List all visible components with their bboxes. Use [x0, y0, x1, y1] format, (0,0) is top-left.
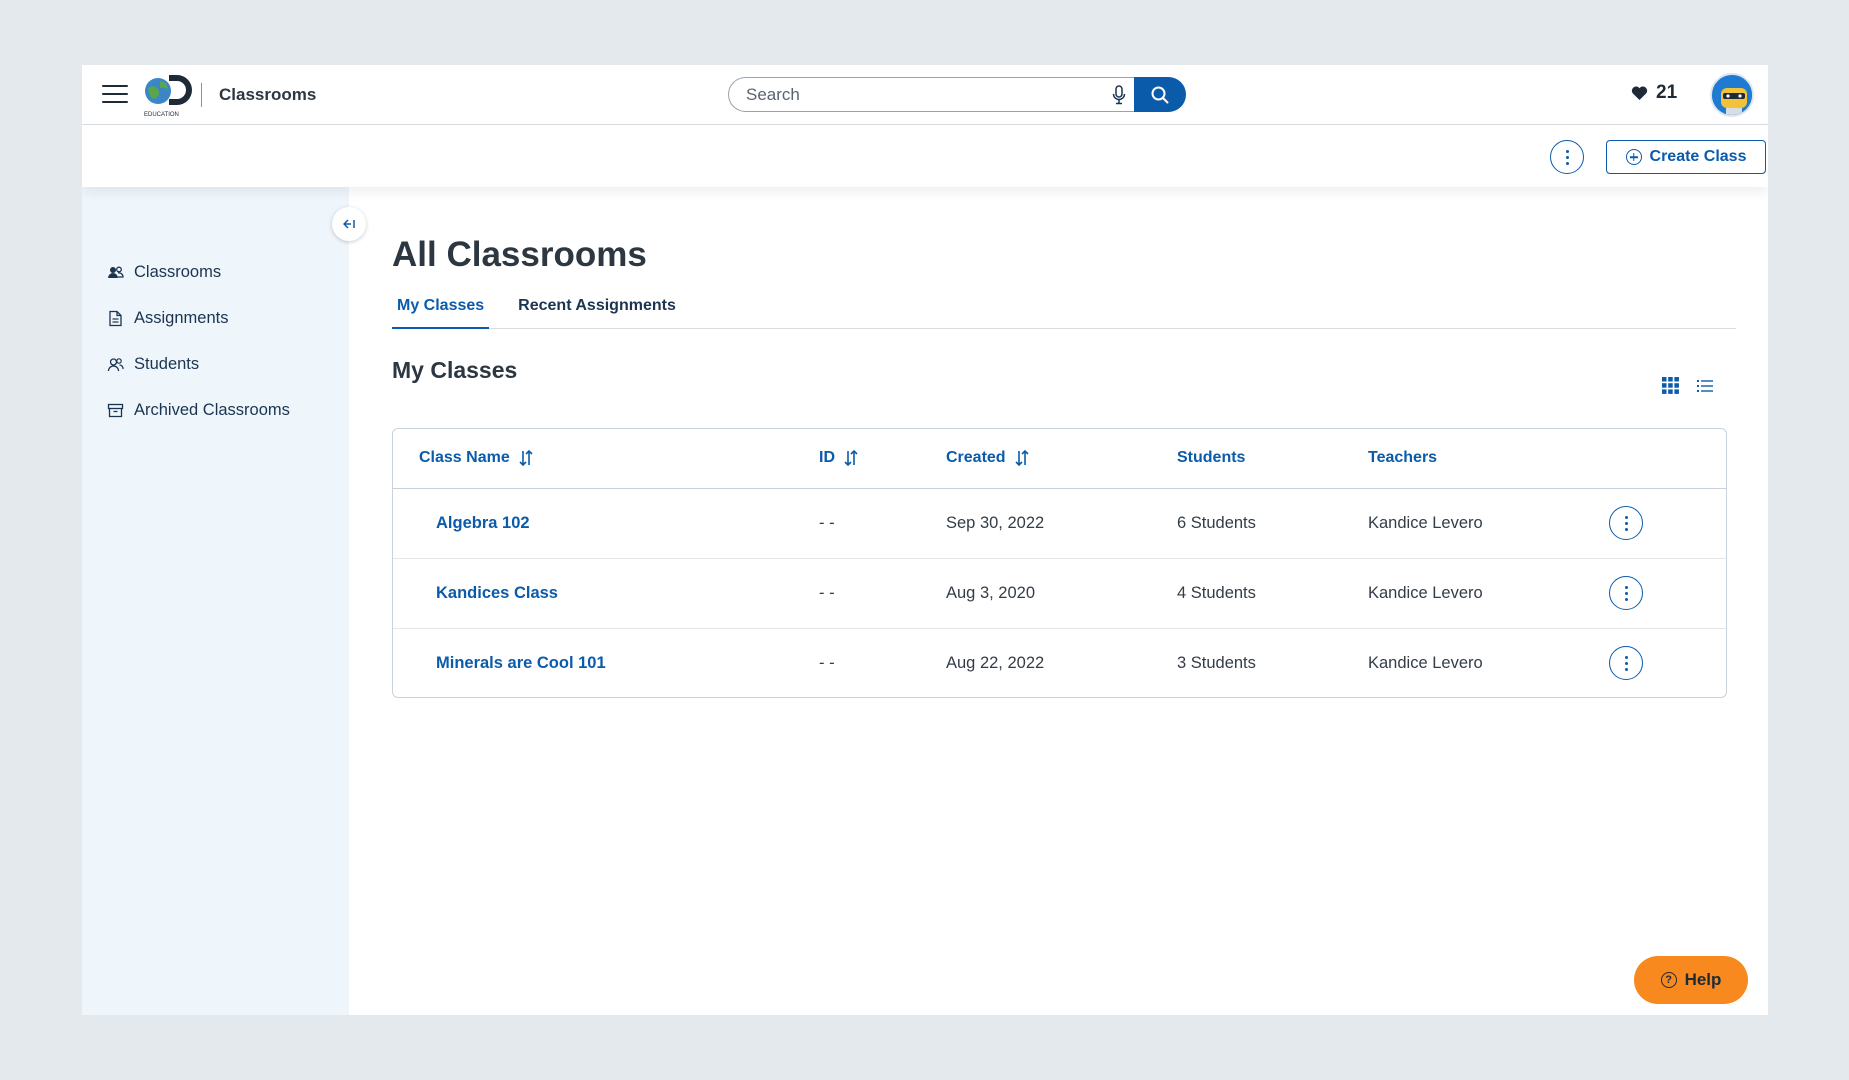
sort-icon	[1015, 449, 1029, 467]
archive-icon	[107, 403, 124, 417]
sidebar-item-archived-classrooms[interactable]: Archived Classrooms	[107, 387, 290, 433]
list-view-icon[interactable]	[1697, 379, 1713, 393]
more-vertical-icon	[1565, 149, 1569, 165]
help-icon: ?	[1660, 972, 1677, 988]
section-title: My Classes	[392, 357, 518, 383]
help-button[interactable]: ? Help	[1634, 956, 1748, 1004]
class-id: - -	[819, 514, 835, 532]
more-vertical-icon	[1624, 655, 1628, 671]
sidebar-item-label: Classrooms	[134, 262, 222, 281]
favorites-count: 21	[1656, 82, 1678, 103]
class-student-count: 4 Students	[1177, 584, 1256, 602]
search-icon	[1151, 86, 1169, 103]
row-options-button[interactable]	[1609, 646, 1643, 680]
sidebar-nav: Classrooms Assignments Students Archived…	[107, 249, 290, 433]
class-created-date: Aug 3, 2020	[946, 584, 1035, 602]
class-created-date: Aug 22, 2022	[946, 654, 1045, 672]
tab-recent-assignments[interactable]: Recent Assignments	[513, 289, 681, 329]
favorites[interactable]: 21	[1631, 82, 1677, 104]
sidebar-item-label: Archived Classrooms	[134, 400, 290, 419]
create-class-button[interactable]: Create Class	[1606, 140, 1766, 174]
hamburger-icon[interactable]	[102, 85, 128, 105]
sort-icon	[519, 449, 533, 467]
sidebar-item-label: Students	[134, 354, 200, 373]
table-row: Kandices Class - - Aug 3, 2020 4 Student…	[393, 559, 1726, 629]
logo-divider	[201, 83, 202, 107]
logo-text: EDUCATION	[144, 112, 179, 118]
search-button[interactable]	[1134, 77, 1186, 112]
class-id: - -	[819, 654, 835, 672]
collapse-sidebar-button[interactable]	[332, 207, 366, 241]
column-header-label: Students	[1177, 449, 1246, 466]
sidebar-item-label: Assignments	[134, 308, 229, 327]
action-bar: Create Class	[82, 126, 1768, 187]
discovery-education-logo[interactable]: EDUCATION	[142, 72, 196, 118]
table-row: Algebra 102 - - Sep 30, 2022 6 Students …	[393, 489, 1726, 559]
row-options-button[interactable]	[1609, 506, 1643, 540]
plus-circle-icon	[1625, 149, 1642, 165]
users-icon	[108, 266, 124, 278]
class-teacher: Kandice Levero	[1368, 514, 1483, 532]
sidebar-item-assignments[interactable]: Assignments	[107, 295, 290, 341]
class-name-link[interactable]: Kandices Class	[436, 584, 558, 603]
sidebar-item-classrooms[interactable]: Classrooms	[107, 249, 290, 295]
app-title: Classrooms	[219, 85, 317, 104]
table-row: Minerals are Cool 101 - - Aug 22, 2022 3…	[393, 629, 1726, 699]
column-header-teachers: Teachers	[1368, 449, 1437, 467]
student-icon	[107, 357, 124, 371]
class-teacher: Kandice Levero	[1368, 584, 1483, 602]
app-window: EDUCATION Classrooms 2	[82, 65, 1768, 1015]
class-teacher: Kandice Levero	[1368, 654, 1483, 672]
row-options-button[interactable]	[1609, 576, 1643, 610]
main-content: All Classrooms My Classes Recent Assignm…	[349, 187, 1768, 1015]
sidebar-item-students[interactable]: Students	[107, 341, 290, 387]
class-name-link[interactable]: Minerals are Cool 101	[436, 654, 606, 673]
create-class-label: Create Class	[1649, 148, 1747, 165]
sidebar: Classrooms Assignments Students Archived…	[82, 187, 349, 1015]
page-title: All Classrooms	[392, 235, 647, 274]
more-options-button[interactable]	[1550, 140, 1584, 174]
column-header-label: Created	[946, 449, 1006, 466]
microphone-icon[interactable]	[1112, 85, 1126, 105]
search-input[interactable]	[728, 77, 1134, 112]
heart-icon	[1631, 86, 1648, 100]
more-vertical-icon	[1624, 585, 1628, 601]
column-header-id[interactable]: ID	[819, 449, 858, 467]
class-created-date: Sep 30, 2022	[946, 514, 1045, 532]
column-header-label: Class Name	[419, 449, 510, 466]
column-header-class-name[interactable]: Class Name	[419, 449, 533, 467]
class-id: - -	[819, 584, 835, 602]
class-name-link[interactable]: Algebra 102	[436, 514, 530, 533]
search-bar	[728, 77, 1186, 112]
sort-icon	[844, 449, 858, 467]
classes-table: Class Name ID Created Students Teachers …	[392, 428, 1727, 698]
column-header-label: ID	[819, 449, 835, 466]
help-label: Help	[1684, 970, 1722, 989]
more-vertical-icon	[1624, 515, 1628, 531]
collapse-left-icon	[343, 219, 355, 229]
tab-my-classes[interactable]: My Classes	[392, 289, 490, 329]
class-student-count: 6 Students	[1177, 514, 1256, 532]
document-icon	[109, 310, 122, 326]
table-header: Class Name ID Created Students Teachers	[393, 429, 1726, 489]
grid-view-icon[interactable]	[1662, 377, 1679, 394]
column-header-created[interactable]: Created	[946, 449, 1029, 467]
tab-bar: My Classes Recent Assignments	[392, 289, 1736, 329]
avatar[interactable]	[1710, 73, 1754, 117]
column-header-students: Students	[1177, 449, 1245, 467]
top-bar: EDUCATION Classrooms 2	[82, 65, 1768, 125]
class-student-count: 3 Students	[1177, 654, 1256, 672]
column-header-label: Teachers	[1368, 449, 1438, 466]
